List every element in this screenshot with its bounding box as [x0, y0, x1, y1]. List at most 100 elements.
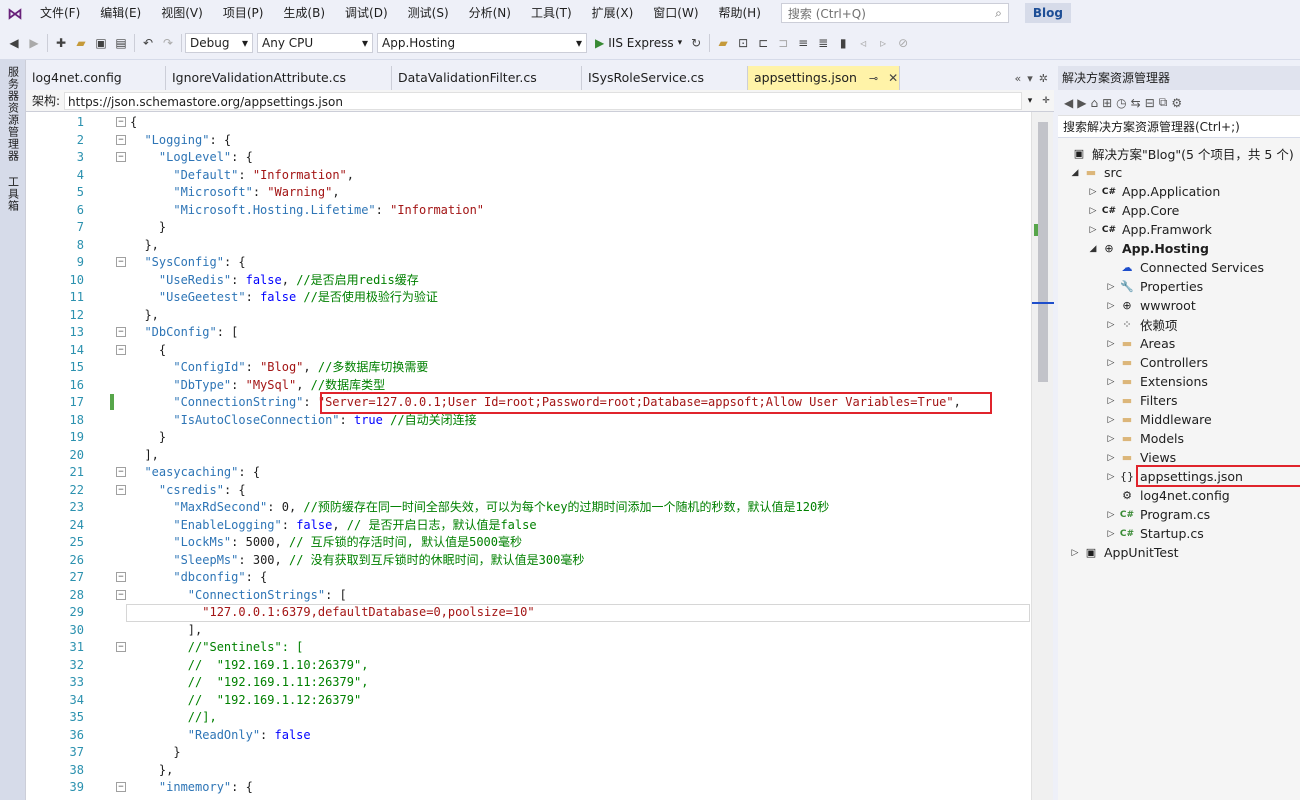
pin-icon[interactable]: ⊸ [869, 72, 878, 85]
code-line[interactable]: 22 − "csredis": { [26, 482, 1031, 500]
tree-item[interactable]: ▷ C# Startup.cs [1104, 524, 1204, 543]
code-line[interactable]: 5 "Microsoft": "Warning", [26, 184, 1031, 202]
prev-bookmark-icon[interactable]: ◃ [853, 32, 873, 54]
fold-toggle-icon[interactable]: − [116, 782, 126, 792]
fold-toggle-icon[interactable]: − [116, 344, 126, 355]
code-line[interactable]: 1 −{ [26, 114, 1031, 132]
open-file-icon[interactable]: ▰ [71, 32, 91, 54]
expand-chevron-icon[interactable]: ▷ [1104, 415, 1118, 425]
start-debugging-button[interactable]: ▶ IIS Express ▾ [591, 32, 686, 54]
expand-chevron-icon[interactable]: ▷ [1104, 510, 1118, 520]
uncomment-icon[interactable]: ≣ [813, 32, 833, 54]
code-line[interactable]: 23 "MaxRdSecond": 0, //预防缓存在同一时间全部失效，可以为… [26, 499, 1031, 517]
expand-chevron-icon[interactable]: ◢ [1086, 244, 1100, 254]
code-line[interactable]: 21 − "easycaching": { [26, 464, 1031, 482]
collapse-all-icon[interactable]: ⊟ [1145, 96, 1155, 110]
code-line[interactable]: 8 }, [26, 237, 1031, 255]
refresh-icon[interactable]: ↻ [686, 32, 706, 54]
expand-chevron-icon[interactable]: ▷ [1086, 187, 1100, 197]
gear-icon[interactable]: ✲ [1039, 72, 1048, 85]
fold-toggle-icon[interactable]: − [116, 327, 126, 337]
code-line[interactable]: 25 "LockMs": 5000, // 互斥锁的存活时间, 默认值是5000… [26, 534, 1031, 552]
code-line[interactable]: 33 // "192.169.1.11:26379", [26, 674, 1031, 692]
menu-analyze[interactable]: 分析(N) [459, 0, 521, 26]
code-line[interactable]: 4 "Default": "Information", [26, 167, 1031, 185]
expand-chevron-icon[interactable]: ▷ [1104, 529, 1118, 539]
comment-icon[interactable]: ≡ [793, 32, 813, 54]
tree-item[interactable]: ▷ ⊕ wwwroot [1104, 296, 1196, 315]
show-all-files-icon[interactable]: ⧉ [1159, 95, 1168, 110]
code-line[interactable]: 39 − "inmemory": { [26, 779, 1031, 797]
solution-configuration-select[interactable]: Debug ▾ [185, 32, 253, 53]
scrollbar-thumb[interactable] [1038, 122, 1048, 382]
expand-chevron-icon[interactable]: ▷ [1104, 320, 1118, 330]
back-icon[interactable]: ◀ [1064, 96, 1073, 110]
menu-window[interactable]: 窗口(W) [643, 0, 708, 26]
code-line[interactable]: 6 "Microsoft.Hosting.Lifetime": "Informa… [26, 202, 1031, 220]
sync-icon[interactable]: ⇆ [1131, 96, 1141, 110]
tree-item[interactable]: ▷ C# App.Application [1086, 182, 1221, 201]
expand-chevron-icon[interactable]: ▷ [1104, 434, 1118, 444]
tree-item[interactable]: ▷ ⁘ 依赖项 [1104, 315, 1178, 334]
expand-chevron-icon[interactable]: ◢ [1068, 168, 1082, 178]
navigate-back-icon[interactable]: ◀ [4, 32, 24, 54]
tree-item[interactable]: ▷ C# Program.cs [1104, 505, 1211, 524]
code-line[interactable]: 7 } [26, 219, 1031, 237]
code-line[interactable]: 28 − "ConnectionStrings": [ [26, 587, 1031, 605]
bookmark-icon[interactable]: ▮ [833, 32, 853, 54]
menu-test[interactable]: 测试(S) [398, 0, 459, 26]
menu-view[interactable]: 视图(V) [151, 0, 213, 26]
expand-chevron-icon[interactable]: ▷ [1104, 453, 1118, 463]
code-line[interactable]: 14 − { [26, 342, 1031, 360]
fold-toggle-icon[interactable]: − [116, 117, 126, 127]
tree-item[interactable]: ▷ ▬ Middleware [1104, 410, 1212, 429]
editor-vertical-scrollbar[interactable] [1031, 112, 1054, 800]
code-line[interactable]: 19 } [26, 429, 1031, 447]
fold-toggle-icon[interactable]: − [116, 467, 126, 477]
code-line[interactable]: 35 //], [26, 709, 1031, 727]
tree-item[interactable]: ▷ ▬ Areas [1104, 334, 1176, 353]
code-line[interactable]: 11 "UseGeetest": false //是否使用极验行为验证 [26, 289, 1031, 307]
fold-toggle-icon[interactable]: − [116, 572, 126, 582]
code-editor[interactable]: 1−{2− "Logging": {3− "LogLevel": {4 "Def… [26, 112, 1031, 800]
quick-search-input[interactable]: 搜索 (Ctrl+Q) ⌕ [780, 3, 1009, 23]
server-explorer-tab[interactable]: 服务器资源管理器 [5, 66, 21, 162]
split-editor-icon[interactable]: ✛ [1038, 96, 1054, 106]
expand-chevron-icon[interactable]: ▷ [1104, 301, 1118, 311]
step-over-icon[interactable]: ⊐ [773, 32, 793, 54]
menu-project[interactable]: 项目(P) [213, 0, 274, 26]
code-line[interactable]: 34 // "192.169.1.12:26379" [26, 692, 1031, 710]
browse-folder-icon[interactable]: ▰ [713, 32, 733, 54]
expand-chevron-icon[interactable]: ▷ [1104, 377, 1118, 387]
tree-item[interactable]: ▷ ▬ Filters [1104, 391, 1178, 410]
fold-toggle-icon[interactable]: − [116, 642, 126, 652]
tree-item[interactable]: ▷ ▣ AppUnitTest [1068, 543, 1179, 562]
expand-chevron-icon[interactable]: ▷ [1104, 472, 1118, 482]
new-item-icon[interactable]: ✚ [51, 32, 71, 54]
code-line[interactable]: 32 // "192.169.1.10:26379", [26, 657, 1031, 675]
menu-debug[interactable]: 调试(D) [335, 0, 398, 26]
undo-icon[interactable]: ↶ [138, 32, 158, 54]
redo-icon[interactable]: ↷ [158, 32, 178, 54]
tree-item[interactable]: ▷ 🔧 Properties [1104, 277, 1204, 296]
expand-chevron-icon[interactable]: ▷ [1104, 339, 1118, 349]
chevron-down-icon[interactable]: ▾ [1022, 96, 1038, 106]
fold-toggle-icon[interactable]: − [116, 484, 126, 495]
tab-list-dropdown-icon[interactable]: ▾ [1027, 72, 1033, 85]
expand-chevron-icon[interactable]: ▷ [1104, 358, 1118, 368]
code-line[interactable]: 3 − "LogLevel": { [26, 149, 1031, 167]
tree-item[interactable]: ▷ ▬ Extensions [1104, 372, 1208, 391]
properties-icon[interactable]: ⚙ [1171, 96, 1182, 110]
visual-studio-logo-icon[interactable]: ⋈ [0, 0, 30, 26]
code-line[interactable]: 9 − "SysConfig": { [26, 254, 1031, 272]
menu-extensions[interactable]: 扩展(X) [582, 0, 644, 26]
close-icon[interactable]: ✕ [888, 71, 898, 85]
fold-toggle-icon[interactable]: − [116, 589, 126, 600]
tab-appsettings-json[interactable]: appsettings.json ⊸ ✕ [748, 66, 900, 90]
expand-chevron-icon[interactable]: ▷ [1086, 206, 1100, 216]
tree-item[interactable]: ▷ ▬ Controllers [1104, 353, 1208, 372]
tab-ignore-validation-attribute[interactable]: IgnoreValidationAttribute.cs [166, 66, 392, 90]
code-line[interactable]: 2 − "Logging": { [26, 132, 1031, 150]
code-line[interactable]: 10 "UseRedis": false, //是否启用redis缓存 [26, 272, 1031, 290]
code-line[interactable]: 27 − "dbconfig": { [26, 569, 1031, 587]
